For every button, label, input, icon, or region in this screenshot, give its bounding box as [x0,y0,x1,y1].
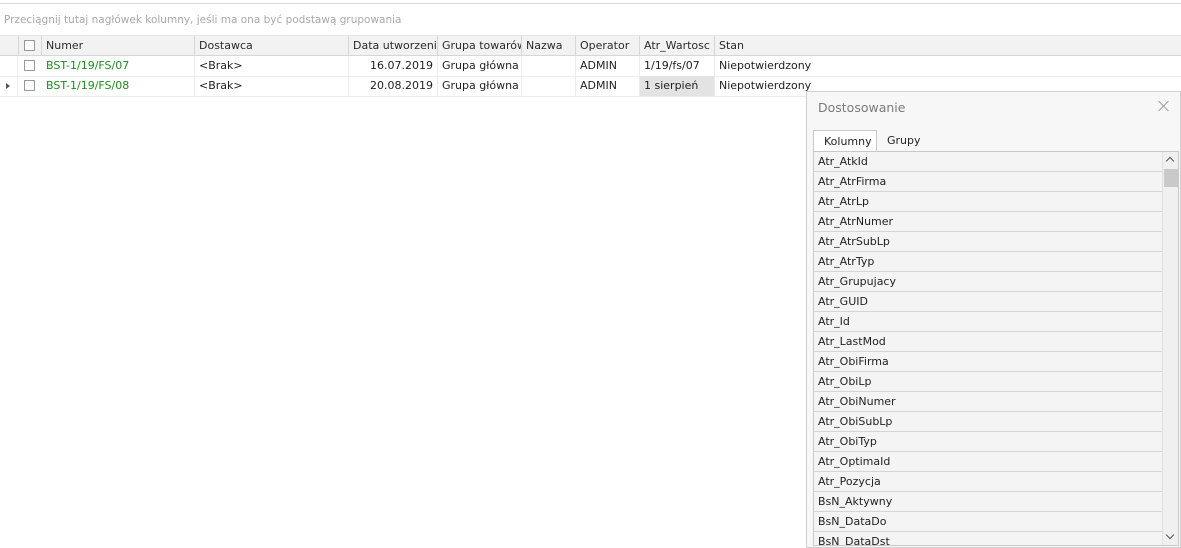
columns-list-panel: Atr_AtkId Atr_AtrFirma Atr_AtrLp Atr_Atr… [813,151,1179,546]
list-item[interactable]: BsN_Aktywny [814,492,1162,512]
customization-title: Dostosowanie [818,100,906,115]
cell-dostawca[interactable]: <Brak> [195,76,349,96]
cell-grupa-towarow[interactable]: Grupa główna [438,76,522,96]
cell-atr-wartosc-focused[interactable]: 1 sierpień [640,76,715,96]
hidden-columns-list[interactable]: Atr_AtkId Atr_AtrFirma Atr_AtrLp Atr_Atr… [814,152,1162,545]
cell-numer[interactable]: BST-1/19/FS/07 [42,56,195,76]
cell-operator[interactable]: ADMIN [576,76,640,96]
column-header-grupa-towarow[interactable]: Grupa towarów [438,36,522,55]
list-item[interactable]: Atr_LastMod [814,332,1162,352]
header-indicator-cell [0,36,19,55]
row-checkbox[interactable] [24,80,35,91]
list-item[interactable]: BsN_DataDo [814,512,1162,532]
chevron-down-icon[interactable] [1163,529,1178,545]
scrollbar-thumb[interactable] [1164,169,1178,187]
list-item[interactable]: Atr_OptimaId [814,452,1162,472]
list-item[interactable]: Atr_Id [814,312,1162,332]
column-header-stan[interactable]: Stan [715,36,1181,55]
customization-window: Dostosowanie Kolumny Grupy kolumn Atr_At… [806,91,1181,548]
list-item[interactable]: Atr_Pozycja [814,472,1162,492]
column-header-atr-wartosc[interactable]: Atr_Wartosc [640,36,715,55]
list-item[interactable]: Atr_AtrTyp [814,252,1162,272]
cell-data-utworzenia[interactable]: 16.07.2019 [349,56,438,76]
select-all-checkbox[interactable] [24,40,35,51]
list-item[interactable]: Atr_GUID [814,292,1162,312]
tab-grupy-kolumn[interactable]: Grupy kolumn [877,130,973,169]
list-item[interactable]: Atr_Grupujacy [814,272,1162,292]
list-item[interactable]: BsN_DataDst [814,532,1162,545]
cell-grupa-towarow[interactable]: Grupa główna [438,56,522,76]
cell-nazwa[interactable] [522,76,576,96]
row-indicator-arrow-icon [6,83,10,89]
list-item[interactable]: Atr_ObiSubLp [814,412,1162,432]
row-indicator [0,56,18,76]
chevron-up-icon[interactable] [1163,152,1178,168]
column-header-dostawca[interactable]: Dostawca [195,36,349,55]
column-header-nazwa[interactable]: Nazwa [522,36,576,55]
cell-nazwa[interactable] [522,56,576,76]
cell-atr-wartosc[interactable]: 1/19/fs/07 [640,56,715,76]
list-item[interactable]: Atr_AtkId [814,152,1162,172]
vertical-scrollbar[interactable] [1162,152,1178,545]
group-by-hint: Przeciągnij tutaj nagłówek kolumny, jeśl… [4,14,402,26]
list-item[interactable]: Atr_AtrFirma [814,172,1162,192]
list-item[interactable]: Atr_AtrSubLp [814,232,1162,252]
header-select-all[interactable] [19,36,42,55]
cell-data-utworzenia[interactable]: 20.08.2019 [349,76,438,96]
list-item[interactable]: Atr_ObiTyp [814,432,1162,452]
list-item[interactable]: Atr_AtrNumer [814,212,1162,232]
list-item[interactable]: Atr_AtrLp [814,192,1162,212]
tab-kolumny[interactable]: Kolumny [813,130,877,152]
table-row[interactable]: BST-1/19/FS/07 <Brak> 16.07.2019 Grupa g… [0,56,1181,77]
list-item[interactable]: Atr_ObiNumer [814,392,1162,412]
cell-dostawca[interactable]: <Brak> [195,56,349,76]
grid-header: Numer Dostawca Data utworzenia Grupa tow… [0,36,1181,56]
column-header-operator[interactable]: Operator [576,36,640,55]
cell-operator[interactable]: ADMIN [576,56,640,76]
column-header-numer[interactable]: Numer [42,36,195,55]
row-indicator [0,76,18,96]
close-icon[interactable] [1158,100,1170,112]
group-by-panel[interactable]: Przeciągnij tutaj nagłówek kolumny, jeśl… [0,4,1181,36]
list-item[interactable]: Atr_ObiFirma [814,352,1162,372]
column-header-data-utworzenia[interactable]: Data utworzenia [349,36,438,55]
row-checkbox[interactable] [24,60,35,71]
cell-numer[interactable]: BST-1/19/FS/08 [42,76,195,96]
cell-stan[interactable]: Niepotwierdzony [715,56,915,76]
list-item[interactable]: Atr_ObiLp [814,372,1162,392]
